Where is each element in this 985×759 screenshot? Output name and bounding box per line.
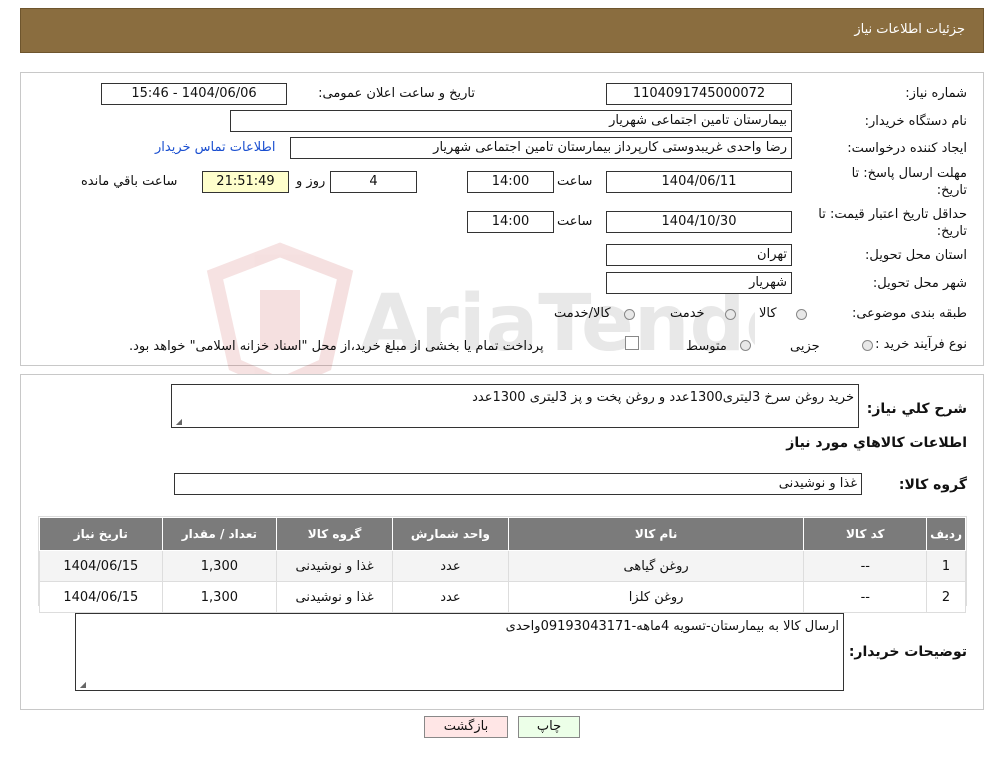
process-medium-radio[interactable] (740, 340, 751, 351)
process-minor-label: جزیی (790, 339, 820, 354)
deadline-label: مهلت ارسال پاسخ: تا (851, 166, 967, 181)
creator-field: رضا واحدی غریبدوستی کارپرداز بیمارستان ت… (290, 137, 792, 159)
category-service-radio[interactable] (725, 309, 736, 320)
deadline-date-field: 1404/06/11 (606, 171, 792, 193)
table-row: 1 -- روغن گیاهی عدد غذا و نوشیدنی 1,300 … (39, 550, 966, 582)
category-both-label: کالا/خدمت (554, 306, 611, 321)
remaining-time-field: 21:51:49 (202, 171, 289, 193)
cell-quantity: 1,300 (161, 581, 278, 613)
cell-row-number: 2 (926, 581, 966, 613)
description-field: خرید روغن سرخ 3لیتری1300عدد و روغن پخت و… (171, 384, 859, 428)
col-header-need-date: تاريخ نياز (39, 517, 163, 551)
process-note: پرداخت تمام یا بخشی از مبلغ خرید،از محل … (129, 339, 544, 354)
treasury-checkbox[interactable] (625, 336, 639, 350)
validity-time-field: 14:00 (467, 211, 554, 233)
category-goods-label: کالا (759, 306, 777, 321)
category-service-label: خدمت (670, 306, 705, 321)
validity-date-field: 1404/10/30 (606, 211, 792, 233)
category-label: طبقه بندی موضوعی: (851, 306, 967, 321)
validity-label: حداقل تاریخ اعتبار قیمت: تا (818, 207, 967, 222)
resize-handle-icon[interactable]: ◢ (175, 418, 182, 426)
province-label: استان محل تحویل: (865, 248, 967, 263)
goods-section-title: اطلاعات کالاهاي مورد نياز (786, 435, 967, 451)
deadline-time-field: 14:00 (467, 171, 554, 193)
buyer-org-label: نام دستگاه خریدار: (864, 114, 967, 129)
process-medium-label: متوسط (686, 339, 727, 354)
items-table-header: رديف کد کالا نام کالا واحد شمارش گروه کا… (39, 517, 966, 551)
cell-code: -- (803, 581, 928, 613)
process-label: نوع فرآیند خرید : (875, 337, 967, 352)
cell-quantity: 1,300 (161, 550, 278, 582)
col-header-quantity: تعداد / مقدار (161, 517, 278, 551)
description-label: شرح کلي نياز: (866, 401, 967, 417)
category-goods-radio[interactable] (796, 309, 807, 320)
cell-unit: عدد (392, 550, 509, 582)
col-header-group: گروه کالا (276, 517, 393, 551)
city-label: شهر محل تحویل: (872, 276, 967, 291)
col-header-unit: واحد شمارش (392, 517, 509, 551)
cell-name: روغن گیاهی (507, 550, 805, 582)
notes-field: ارسال کالا به بیمارستان-تسویه 4ماهه-0919… (75, 613, 844, 691)
days-label: روز و (296, 174, 326, 189)
need-number-label: شماره نیاز: (905, 86, 967, 101)
cell-row-number: 1 (926, 550, 966, 582)
table-row: 2 -- روغن کلزا عدد غذا و نوشیدنی 1,300 1… (39, 581, 966, 613)
buyer-org-field: بیمارستان تامین اجتماعی شهریار (230, 110, 792, 132)
items-table-container: رديف کد کالا نام کالا واحد شمارش گروه کا… (38, 516, 967, 613)
page-header: جزئیات اطلاعات نیاز (20, 8, 984, 53)
category-both-radio[interactable] (624, 309, 635, 320)
col-header-name: نام کالا (507, 517, 805, 551)
notes-label: توضیحات خریدار: (848, 644, 967, 660)
announce-field: 1404/06/06 - 15:46 (101, 83, 287, 105)
validity-label-2: تاریخ: (936, 224, 967, 239)
remaining-label: ساعت باقي مانده (81, 174, 178, 189)
back-button[interactable]: بازگشت (424, 716, 508, 738)
cell-need-date: 1404/06/15 (39, 581, 163, 613)
col-header-code: کد کالا (803, 517, 928, 551)
deadline-time-label: ساعت (557, 174, 593, 189)
page-title: جزئیات اطلاعات نیاز (854, 22, 965, 37)
items-table: رديف کد کالا نام کالا واحد شمارش گروه کا… (39, 517, 966, 613)
cell-need-date: 1404/06/15 (39, 550, 163, 582)
description-text: خرید روغن سرخ 3لیتری1300عدد و روغن پخت و… (472, 390, 854, 405)
print-button[interactable]: چاپ (518, 716, 580, 738)
cell-unit: عدد (392, 581, 509, 613)
need-number-field: 1104091745000072 (606, 83, 792, 105)
cell-name: روغن کلزا (507, 581, 805, 613)
resize-handle-icon[interactable]: ◢ (79, 681, 86, 689)
cell-code: -- (803, 550, 928, 582)
creator-label: ایجاد کننده درخواست: (847, 141, 967, 156)
process-minor-radio[interactable] (862, 340, 873, 351)
days-field: 4 (330, 171, 417, 193)
validity-time-label: ساعت (557, 214, 593, 229)
province-field: تهران (606, 244, 792, 266)
notes-text: ارسال کالا به بیمارستان-تسویه 4ماهه-0919… (505, 619, 839, 634)
city-field: شهریار (606, 272, 792, 294)
announce-label: تاریخ و ساعت اعلان عمومی: (318, 86, 475, 101)
deadline-label-2: تاریخ: (936, 183, 967, 198)
goods-group-field: غذا و نوشیدنی (174, 473, 862, 495)
goods-group-label: گروه کالا: (898, 477, 967, 493)
cell-group: غذا و نوشیدنی (276, 581, 393, 613)
col-header-row-number: رديف (926, 517, 966, 551)
cell-group: غذا و نوشیدنی (276, 550, 393, 582)
buyer-contact-link[interactable]: اطلاعات تماس خریدار (155, 140, 275, 155)
